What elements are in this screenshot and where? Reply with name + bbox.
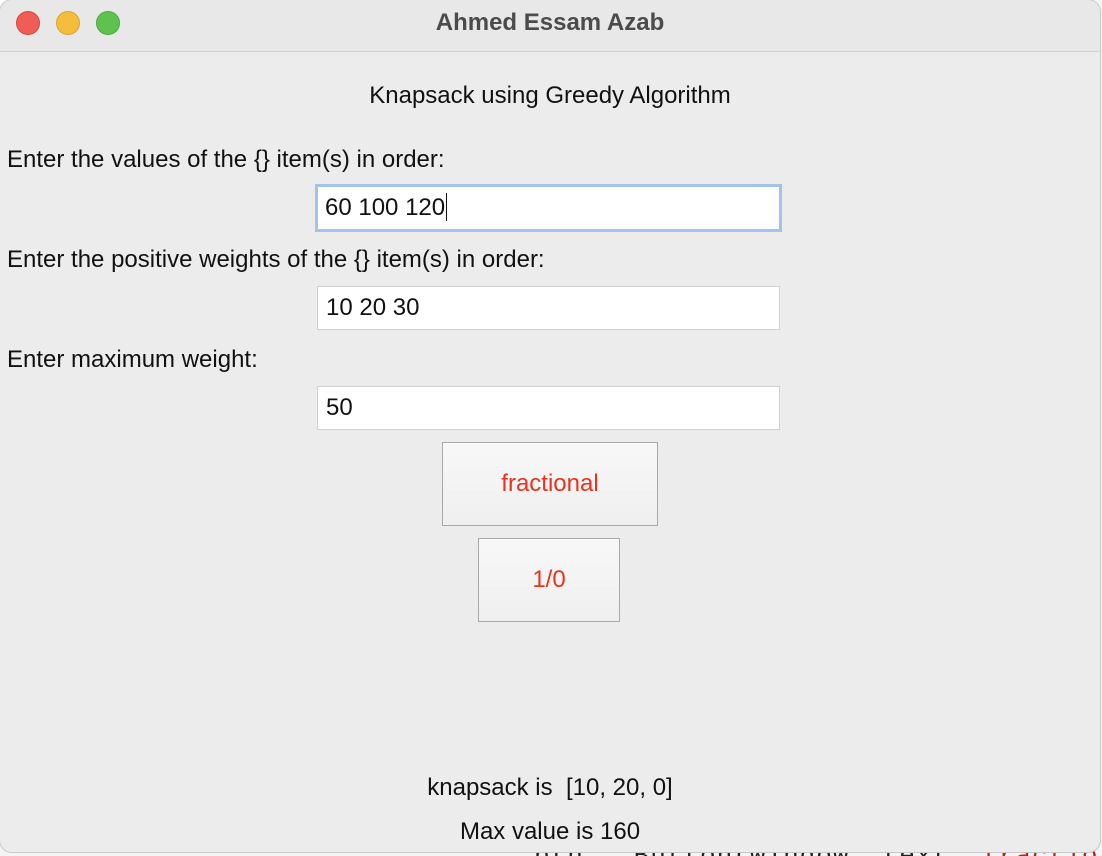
weights-input-text: 10 20 30 <box>326 294 420 321</box>
zero-one-button[interactable]: 1/0 <box>478 538 620 622</box>
values-input-text: 60 100 120 <box>325 194 446 221</box>
max-weight-input[interactable]: 50 <box>317 386 780 430</box>
max-value-result: Max value is 160 <box>459 818 641 845</box>
window-title: Ahmed Essam Azab <box>435 9 665 36</box>
knapsack-result: knapsack is [10, 20, 0] <box>427 774 673 801</box>
max-weight-input-text: 50 <box>326 394 353 421</box>
app-window: Ahmed Essam Azab Knapsack using Greedy A… <box>0 0 1100 852</box>
fractional-button[interactable]: fractional <box>442 442 658 526</box>
weights-label: Enter the positive weights of the {} ite… <box>7 246 545 273</box>
values-label: Enter the values of the {} item(s) in or… <box>7 146 445 173</box>
title-bar[interactable]: Ahmed Essam Azab <box>0 0 1100 52</box>
max-weight-label: Enter maximum weight: <box>7 346 258 373</box>
values-input[interactable]: 60 100 120 <box>315 184 782 232</box>
weights-input[interactable]: 10 20 30 <box>317 286 780 330</box>
text-caret <box>446 192 448 221</box>
app-heading: Knapsack using Greedy Algorithm <box>369 82 731 109</box>
